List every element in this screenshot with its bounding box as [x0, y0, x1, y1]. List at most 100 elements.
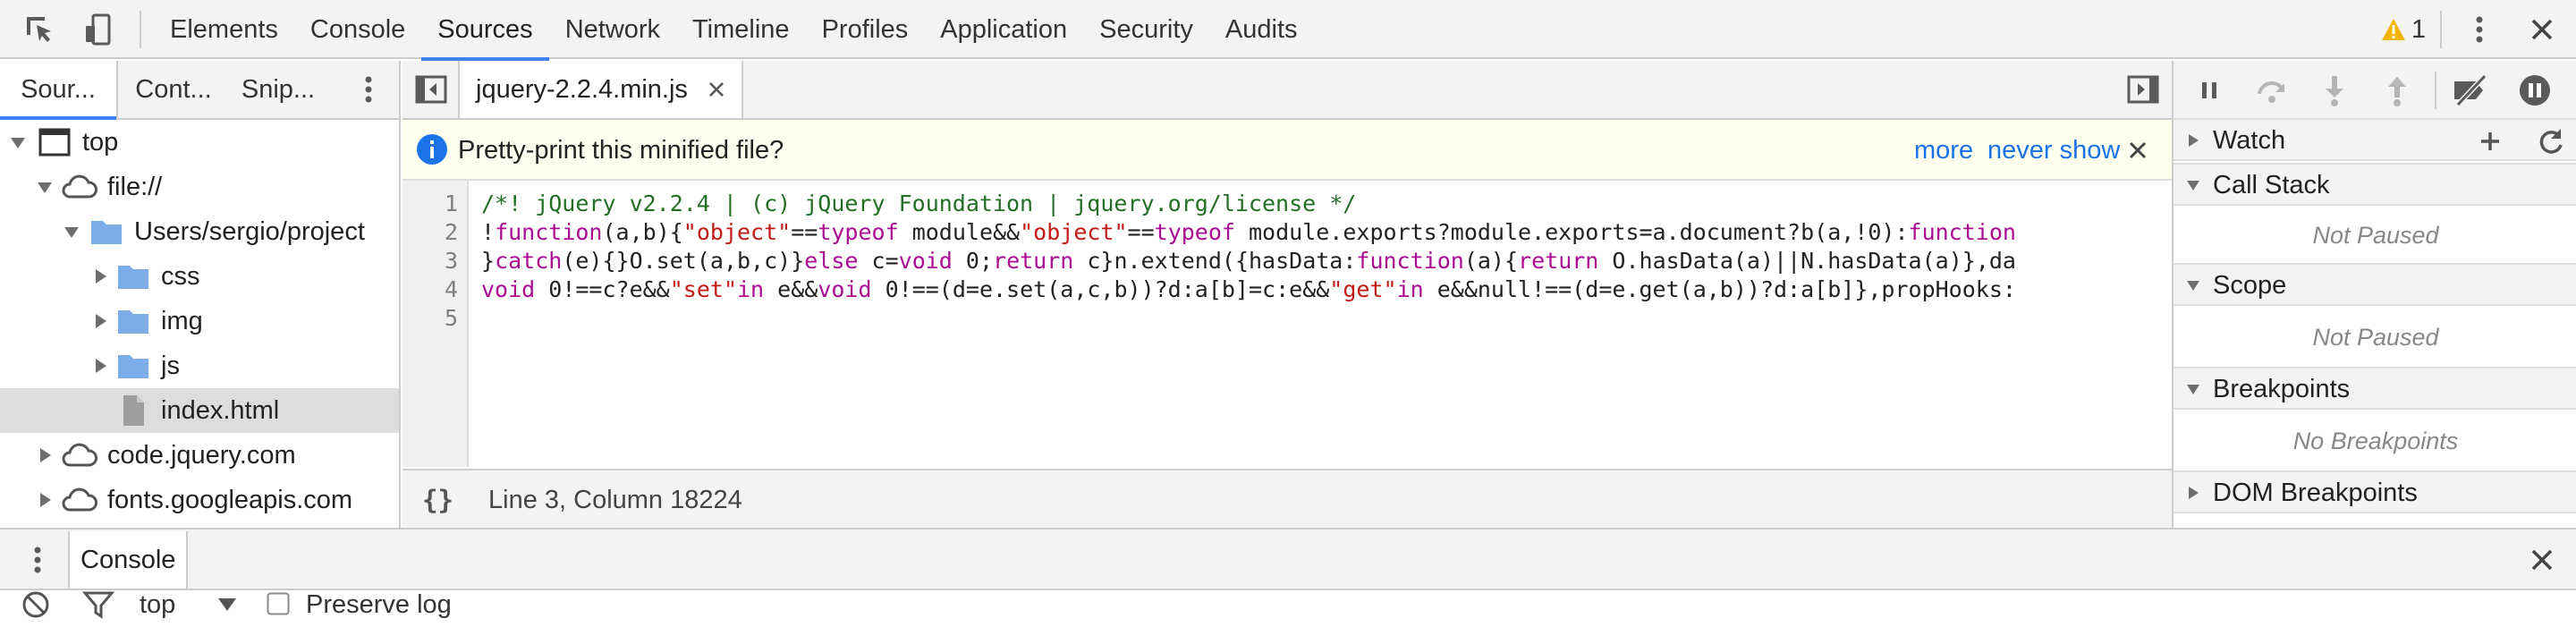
code-token: 0; [952, 248, 994, 274]
expanded-arrow-icon[interactable] [36, 165, 54, 209]
editor-tabs: jquery-2.2.4.min.js [402, 61, 2172, 120]
code-line[interactable]: /*! jQuery v2.2.4 | (c) jQuery Foundatio… [481, 190, 1356, 218]
tab-sources-navigator[interactable]: Sour... [0, 61, 118, 120]
toggle-debugger-icon[interactable] [2125, 72, 2161, 107]
source-editor-panel: jquery-2.2.4.min.js Pretty-print this mi… [402, 61, 2172, 528]
expanded-arrow-icon[interactable] [63, 209, 80, 254]
tree-node-top[interactable]: top [0, 120, 399, 165]
code-area[interactable]: 1 2 3 4 5 /*! jQuery v2.2.4 | (c) jQuery… [402, 181, 2172, 467]
file-icon [116, 394, 150, 428]
collapsed-arrow-icon[interactable] [91, 299, 109, 343]
tab-snippets[interactable]: Snip... [227, 61, 329, 118]
tree-node-index-html[interactable]: index.html [0, 388, 399, 433]
deactivate-breakpoints-icon[interactable] [2451, 72, 2487, 108]
tree-node-js[interactable]: js [0, 343, 399, 388]
expanded-arrow-icon[interactable] [9, 120, 27, 165]
debugger-sidebar: Watch Call Stack Not Paused Scope Not Pa… [2172, 61, 2576, 528]
expanded-arrow-icon[interactable] [2184, 369, 2202, 410]
code-token: void [898, 248, 953, 274]
code-token: e&&null!==(d=e.get(a,b))?d:a[b]},propHoo… [1423, 276, 2016, 302]
line-number[interactable]: 5 [445, 304, 458, 333]
code-token: function [495, 219, 603, 245]
scope-pane-header[interactable]: Scope [2174, 263, 2576, 306]
navigator-more-icon[interactable] [351, 72, 386, 107]
tab-content-scripts[interactable]: Cont... [122, 61, 225, 118]
code-token: 0!==c?e&& [535, 276, 670, 302]
infobar-more-link[interactable]: more [1914, 120, 1973, 181]
line-number[interactable]: 1 [445, 190, 458, 218]
tab-security[interactable]: Security [1083, 0, 1209, 59]
tree-node-label: fonts.googleapis.com [107, 486, 353, 514]
filter-icon[interactable] [82, 590, 114, 619]
close-devtools-icon[interactable] [2524, 12, 2560, 47]
dom-breakpoints-pane-header[interactable]: DOM Breakpoints [2174, 470, 2576, 513]
step-over-icon[interactable] [2254, 72, 2290, 108]
folder-icon [89, 215, 123, 249]
tab-elements[interactable]: Elements [154, 0, 294, 59]
line-number-gutter[interactable]: 1 2 3 4 5 [402, 181, 469, 467]
more-options-icon[interactable] [2462, 12, 2497, 47]
close-infobar-icon[interactable] [2127, 140, 2148, 161]
tab-console[interactable]: Console [294, 0, 421, 59]
pause-on-exceptions-icon[interactable] [2517, 72, 2553, 108]
line-number[interactable]: 4 [445, 275, 458, 304]
tab-profiles[interactable]: Profiles [806, 0, 925, 59]
pretty-print-infobar: Pretty-print this minified file? more ne… [402, 120, 2172, 181]
tab-console-drawer[interactable]: Console [68, 531, 189, 589]
context-selector[interactable]: top [140, 590, 175, 619]
collapsed-arrow-icon[interactable] [36, 433, 54, 478]
frame-icon [38, 125, 72, 159]
add-watch-icon[interactable] [2472, 123, 2508, 159]
line-number[interactable]: 3 [445, 247, 458, 275]
collapsed-arrow-icon[interactable] [2184, 472, 2202, 513]
code-line[interactable]: }catch(e){}O.set(a,b,c)}else c=void 0;re… [481, 247, 2016, 275]
dropdown-arrow-icon[interactable] [216, 596, 238, 614]
clear-console-icon[interactable] [20, 590, 52, 619]
tree-node-label: code.jquery.com [107, 441, 296, 470]
tab-network[interactable]: Network [549, 0, 676, 59]
close-drawer-icon[interactable] [2524, 542, 2560, 578]
tree-node-css[interactable]: css [0, 254, 399, 299]
cursor-select-icon[interactable] [21, 12, 57, 47]
tab-application[interactable]: Application [924, 0, 1083, 59]
tab-timeline[interactable]: Timeline [676, 0, 806, 59]
pause-icon[interactable] [2191, 72, 2227, 108]
file-tab-jquery[interactable]: jquery-2.2.4.min.js [458, 61, 743, 118]
collapsed-arrow-icon[interactable] [36, 478, 54, 522]
main-toolbar: Elements Console Sources Network Timelin… [0, 0, 2576, 61]
expanded-arrow-icon[interactable] [2184, 265, 2202, 306]
code-token: function [1908, 219, 2016, 245]
code-token: } [481, 248, 496, 274]
expanded-arrow-icon[interactable] [2184, 165, 2202, 206]
tab-audits[interactable]: Audits [1209, 0, 1314, 59]
toggle-navigator-icon[interactable] [413, 72, 449, 107]
tree-node-code-jquery[interactable]: code.jquery.com [0, 433, 399, 478]
tree-node-file[interactable]: file:// [0, 165, 399, 209]
pretty-print-button[interactable]: {} [422, 470, 453, 528]
close-tab-icon[interactable] [708, 80, 725, 98]
drawer-menu-icon[interactable] [20, 542, 55, 578]
line-number[interactable]: 2 [445, 218, 458, 247]
tree-node-project-folder[interactable]: Users/sergio/project [0, 209, 399, 254]
collapsed-arrow-icon[interactable] [91, 343, 109, 388]
tree-node-label: css [161, 262, 200, 291]
watch-pane-header[interactable]: Watch [2174, 118, 2576, 161]
warnings-counter[interactable]: 1 [2381, 0, 2426, 59]
code-line[interactable]: void 0!==c?e&&"set"in e&&void 0!==(d=e.s… [481, 275, 2016, 304]
info-icon [415, 132, 451, 168]
collapsed-arrow-icon[interactable] [91, 254, 109, 299]
device-mode-icon[interactable] [80, 12, 116, 47]
refresh-icon[interactable] [2533, 123, 2569, 159]
collapsed-arrow-icon[interactable] [2184, 120, 2202, 161]
code-line[interactable]: !function(a,b){"object"==typeof module&&… [481, 218, 2016, 247]
tree-node-img[interactable]: img [0, 299, 399, 343]
tab-sources[interactable]: Sources [421, 0, 550, 61]
call-stack-pane-header[interactable]: Call Stack [2174, 163, 2576, 206]
step-into-icon[interactable] [2317, 72, 2352, 108]
infobar-never-show-link[interactable]: never show [1987, 120, 2120, 181]
breakpoints-pane-header[interactable]: Breakpoints [2174, 367, 2576, 410]
preserve-log-checkbox[interactable] [267, 592, 290, 615]
tree-node-fonts-googleapis[interactable]: fonts.googleapis.com [0, 478, 399, 522]
step-out-icon[interactable] [2379, 72, 2415, 108]
tree-node-label: file:// [107, 173, 163, 201]
